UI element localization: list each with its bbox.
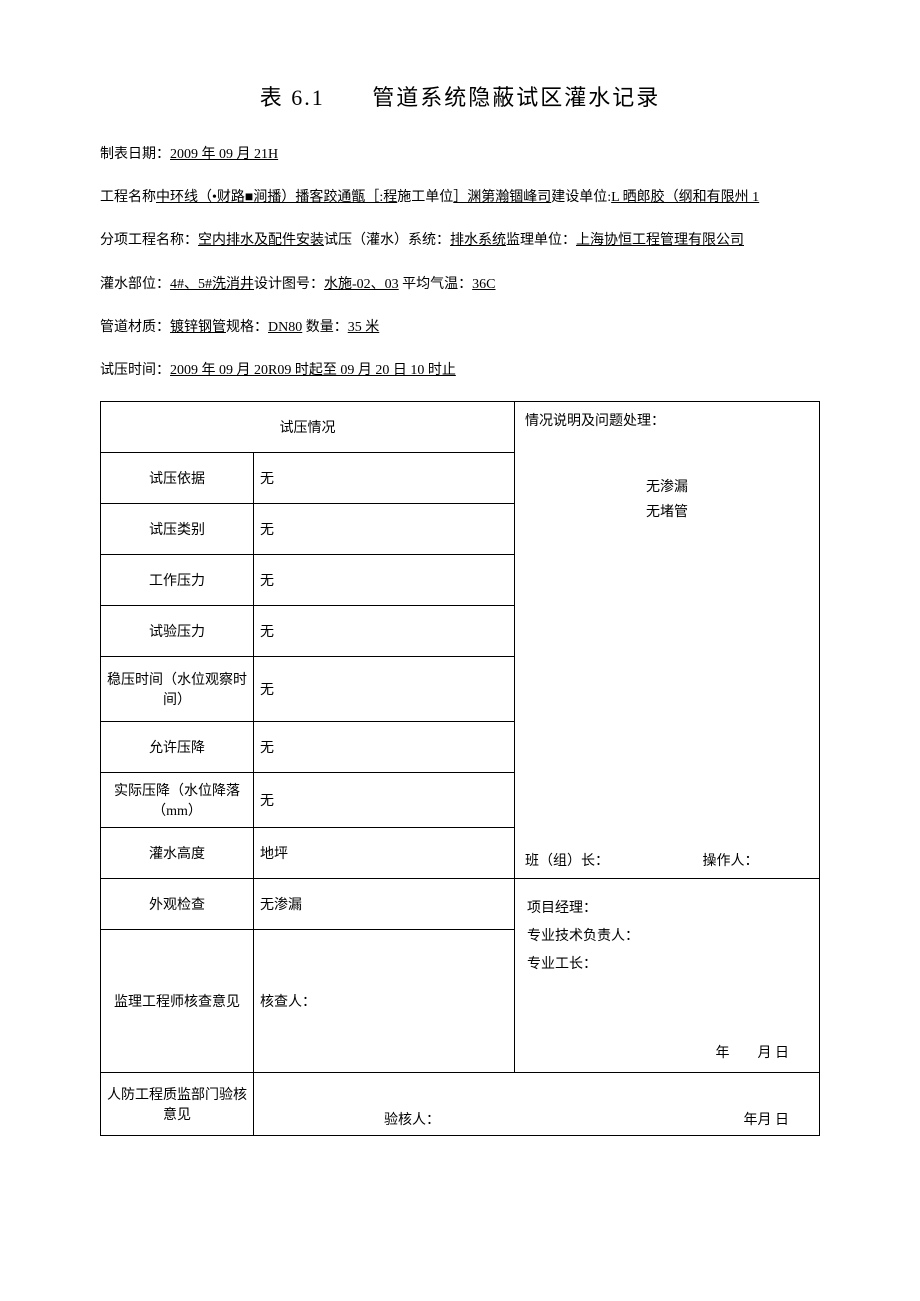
v2: DN80: [268, 320, 302, 335]
row-label: 灌水高度: [101, 828, 254, 879]
situation-text-1: 无渗漏: [525, 475, 809, 500]
v1: 空内排水及配件安装: [198, 233, 324, 248]
situation-text-2: 无堵管: [525, 500, 809, 525]
row-value: 无: [254, 773, 515, 828]
verify-date: 年月 日: [744, 1109, 790, 1129]
title-text: 管道系统隐蔽试区灌水记录: [372, 85, 660, 110]
info-line-4: 管道材质：镀锌钢管规格：DN80 数量：35 米: [100, 315, 820, 340]
row-value: 无渗漏: [254, 879, 515, 930]
row-value: 无: [254, 453, 515, 504]
v2: ］渊第瀚锢峰司: [453, 190, 551, 205]
form-title: 表 6.1 管道系统隐蔽试区灌水记录: [100, 80, 820, 112]
project-block: 项目经理： 专业技术负责人： 专业工长： 年 月 日: [515, 879, 820, 1073]
row-label: 允许压降: [101, 722, 254, 773]
info-line-2: 分项工程名称：空内排水及配件安装试压（灌水）系统：排水系统监理单位：上海协恒工程…: [100, 228, 820, 253]
row-label: 稳压时间（水位观察时间）: [101, 657, 254, 722]
row-value: 无: [254, 606, 515, 657]
team-leader-label: 班（组）长：: [525, 854, 609, 869]
row-label: 实际压降（水位降落（mm）: [101, 773, 254, 828]
v1: 4#、5#洗消井: [170, 277, 254, 292]
v2: 水施-02、03: [324, 277, 399, 292]
row-value: 无: [254, 555, 515, 606]
l1: 灌水部位：: [100, 277, 170, 292]
defense-label: 人防工程质监部门验核意见: [101, 1073, 254, 1136]
l2: 试压（灌水）系统：: [324, 233, 450, 248]
table-header: 试压情况: [101, 402, 515, 453]
row-label: 工作压力: [101, 555, 254, 606]
v3: 36C: [472, 277, 495, 292]
date-label: 制表日期：: [100, 147, 170, 162]
l1: 分项工程名称：: [100, 233, 198, 248]
v1: 2009 年 09 月 20R09 时起至 09 月 20 日 10 时止: [170, 363, 456, 378]
date-ymd: 年 月 日: [716, 1042, 790, 1062]
v1: 镀锌钢管: [170, 320, 226, 335]
info-line-5: 试压时间：2009 年 09 月 20R09 时起至 09 月 20 日 10 …: [100, 358, 820, 383]
date-value: 2009 年 09 月 21H: [170, 147, 278, 162]
row-label: 试压依据: [101, 453, 254, 504]
row-value: 无: [254, 657, 515, 722]
v3: L 晒郎胶（纲和有限州 1: [611, 190, 759, 205]
row-label: 试验压力: [101, 606, 254, 657]
l1: 试压时间：: [100, 363, 170, 378]
v1: 中环线（•财路■涧播）播客跤通甑［:程: [156, 190, 397, 205]
l3: 数量：: [302, 320, 348, 335]
row-label: 试压类别: [101, 504, 254, 555]
date-line: 制表日期：2009 年 09 月 21H: [100, 142, 820, 167]
operator-label: 操作人：: [703, 850, 759, 870]
l2: 规格：: [226, 320, 268, 335]
row-label: 外观检查: [101, 879, 254, 930]
supervisor-label: 监理工程师核查意见: [101, 930, 254, 1073]
title-number: 表 6.1: [260, 85, 325, 110]
info-line-3: 灌水部位：4#、5#洗消井设计图号：水施-02、03 平均气温：36C: [100, 272, 820, 297]
row-value: 无: [254, 504, 515, 555]
l2: 施工单位: [397, 190, 453, 205]
verifier-label: 验核人：: [384, 1109, 440, 1129]
pm-label: 项目经理：: [527, 897, 807, 917]
l3: 监理单位：: [506, 233, 576, 248]
situation-label: 情况说明及问题处理：: [525, 410, 809, 430]
l1: 管道材质：: [100, 320, 170, 335]
verify-cell: 验核人： 年月 日: [254, 1073, 820, 1136]
l2: 设计图号：: [254, 277, 324, 292]
tech-label: 专业技术负责人：: [527, 925, 807, 945]
checker-label: 核查人：: [254, 930, 515, 1073]
situation-cell: 情况说明及问题处理： 无渗漏 无堵管 班（组）长： 操作人：: [515, 402, 820, 879]
info-line-1: 工程名称中环线（•财路■涧播）播客跤通甑［:程施工单位］渊第瀚锢峰司建设单位:L…: [100, 185, 820, 210]
row-value: 地坪: [254, 828, 515, 879]
v3: 35 米: [348, 320, 380, 335]
l1: 工程名称: [100, 190, 156, 205]
v3: 上海协恒工程管理有限公司: [576, 233, 744, 248]
l3: 建设单位:: [551, 190, 611, 205]
foreman-label: 专业工长：: [527, 953, 807, 973]
v2: 排水系统: [450, 233, 506, 248]
l3: 平均气温：: [399, 277, 473, 292]
record-table: 试压情况 情况说明及问题处理： 无渗漏 无堵管 班（组）长： 操作人： 试压依据…: [100, 401, 820, 1136]
row-value: 无: [254, 722, 515, 773]
